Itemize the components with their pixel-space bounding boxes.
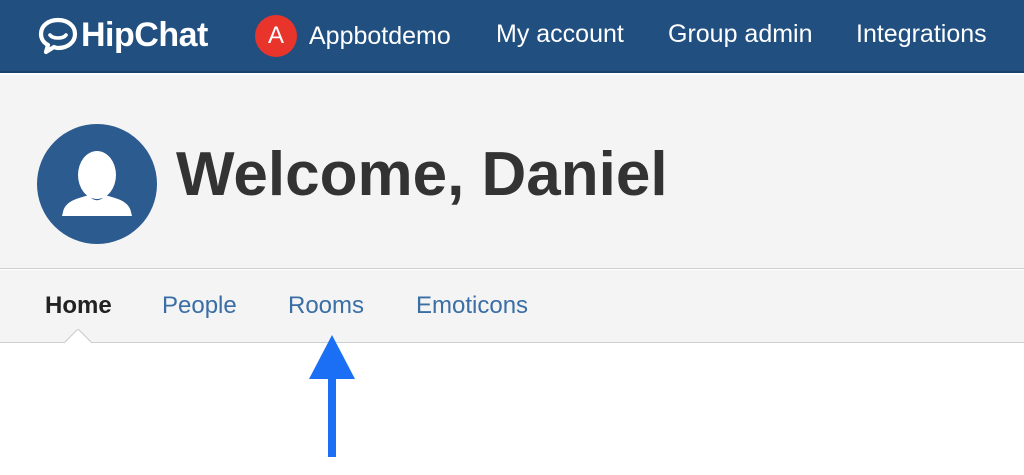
- avatar: [37, 124, 157, 244]
- section-tabs: Home People Rooms Emoticons: [0, 270, 1024, 343]
- group-name: Appbotdemo: [309, 21, 451, 50]
- tab-rooms[interactable]: Rooms: [288, 292, 364, 320]
- page-title: Welcome, Daniel: [176, 140, 668, 209]
- nav-group-admin-link[interactable]: Group admin: [668, 20, 813, 49]
- logo-text: HipChat: [81, 16, 208, 54]
- welcome-banner: Welcome, Daniel: [0, 75, 1024, 269]
- group-switcher[interactable]: A Appbotdemo: [255, 14, 451, 58]
- nav-integrations-link[interactable]: Integrations: [856, 20, 987, 49]
- nav-my-account-link[interactable]: My account: [496, 20, 624, 49]
- arrow-up-icon: [306, 333, 358, 459]
- user-silhouette-icon: [62, 151, 132, 216]
- tab-people[interactable]: People: [162, 292, 237, 320]
- group-avatar-badge: A: [255, 15, 297, 57]
- hipchat-bubble-icon: [38, 15, 78, 55]
- active-tab-indicator: [64, 329, 92, 344]
- tab-emoticons[interactable]: Emoticons: [416, 292, 528, 320]
- top-navigation-bar: HipChat A Appbotdemo My account Group ad…: [0, 0, 1024, 73]
- tab-home[interactable]: Home: [45, 292, 112, 320]
- hipchat-logo[interactable]: HipChat: [38, 13, 208, 57]
